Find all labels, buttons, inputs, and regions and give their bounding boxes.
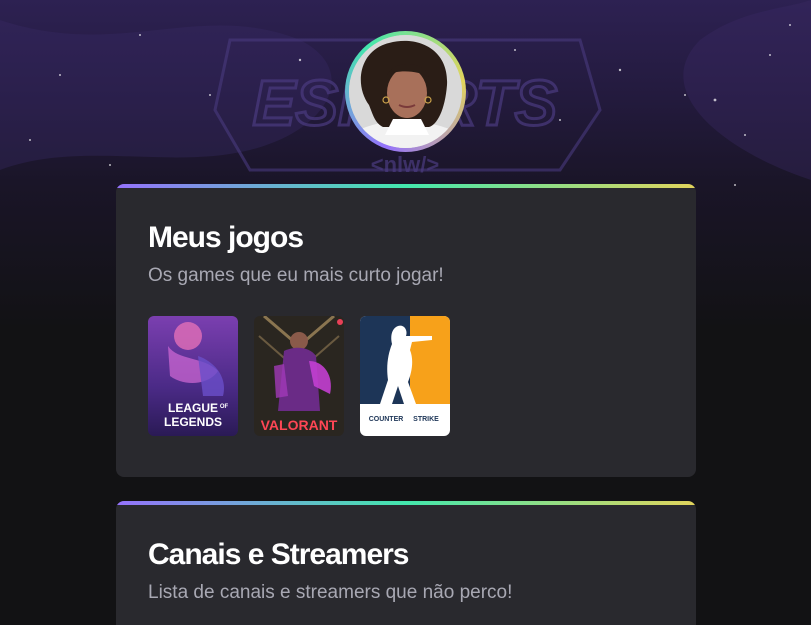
valorant-cover-icon: VALORANT	[254, 316, 344, 436]
game-league-of-legends[interactable]: LEAGUE OF LEGENDS	[148, 316, 238, 436]
game-valorant[interactable]: VALORANT	[254, 316, 344, 436]
games-card-subtitle: Os games que eu mais curto jogar!	[148, 265, 444, 286]
counter-strike-cover-icon: COUNTER STRIKE	[360, 316, 450, 436]
games-card-title: Meus jogos	[148, 221, 304, 254]
avatar[interactable]	[349, 35, 462, 148]
profile-photo-icon	[349, 35, 462, 148]
streamers-card-subtitle: Lista de canais e streamers que não perc…	[148, 582, 513, 603]
cs-cover-text-a: COUNTER	[369, 416, 404, 423]
cs-cover-text-b: STRIKE	[413, 416, 439, 423]
streamers-card: Canais e Streamers Lista de canais e str…	[116, 501, 696, 625]
lol-cover-of: OF	[220, 404, 229, 410]
valorant-cover-text: VALORANT	[261, 417, 338, 433]
league-of-legends-cover-icon: LEAGUE OF LEGENDS	[148, 316, 238, 436]
nlw-logo-text: <nlw/>	[371, 152, 439, 177]
lol-cover-line1: LEAGUE	[168, 401, 218, 415]
streamers-card-title: Canais e Streamers	[148, 538, 409, 571]
games-list: LEAGUE OF LEGENDS VALORANT COUNTER STRIK…	[148, 316, 450, 436]
avatar-ring	[345, 31, 466, 152]
lol-cover-line2: LEGENDS	[164, 415, 222, 429]
games-card: Meus jogos Os games que eu mais curto jo…	[116, 184, 696, 477]
game-counter-strike[interactable]: COUNTER STRIKE	[360, 316, 450, 436]
